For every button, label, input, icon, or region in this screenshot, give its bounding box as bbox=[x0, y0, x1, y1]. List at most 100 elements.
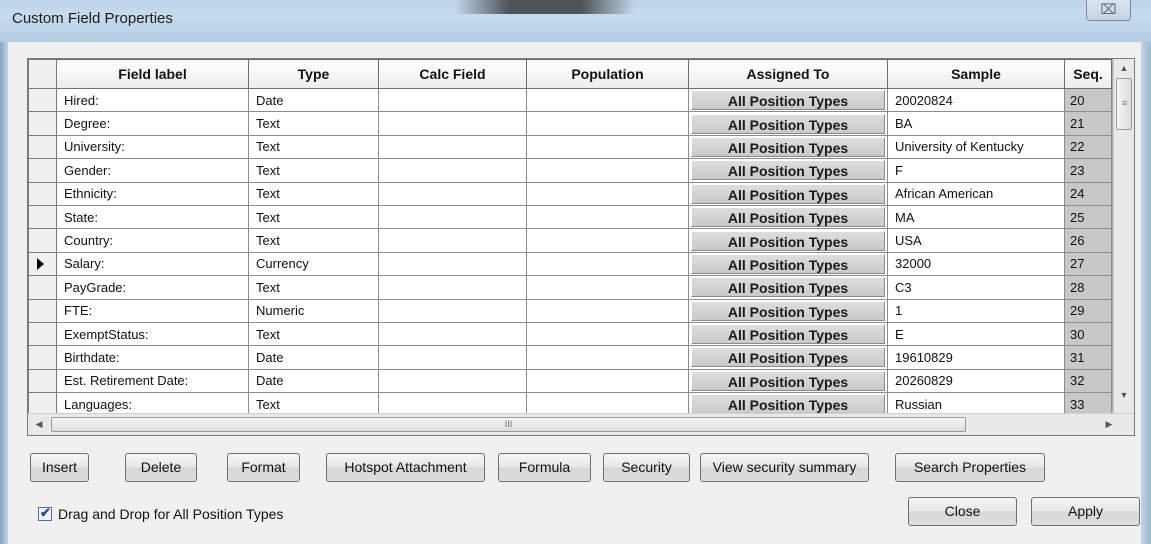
cell-seq[interactable]: 32 bbox=[1064, 368, 1112, 394]
cell-assigned-to[interactable]: All Position Types bbox=[688, 251, 888, 277]
row-selector[interactable] bbox=[28, 134, 57, 160]
cell-population[interactable] bbox=[526, 368, 689, 394]
format-button[interactable]: Format bbox=[227, 453, 300, 482]
cell-seq[interactable]: 23 bbox=[1064, 158, 1112, 183]
grid-vertical-scrollbar[interactable]: ▲ ≡ ▼ bbox=[1113, 59, 1134, 413]
cell-sample[interactable]: USA bbox=[887, 228, 1065, 253]
table-row[interactable]: Country: Text All Position Types USA 26 bbox=[28, 228, 1112, 253]
column-header-field-label[interactable]: Field label bbox=[56, 59, 249, 89]
cell-type[interactable]: Text bbox=[248, 181, 379, 206]
cell-type[interactable]: Text bbox=[248, 204, 379, 230]
row-selector[interactable] bbox=[28, 368, 57, 394]
row-selector[interactable] bbox=[28, 321, 57, 347]
cell-field-label[interactable]: Hired: bbox=[56, 87, 249, 113]
drag-drop-checkbox[interactable]: ✔ bbox=[38, 505, 52, 521]
close-window-icon[interactable]: ⌧ bbox=[1086, 0, 1131, 21]
cell-calc-field[interactable] bbox=[378, 298, 527, 323]
cell-calc-field[interactable] bbox=[378, 228, 527, 253]
cell-population[interactable] bbox=[526, 87, 689, 113]
cell-population[interactable] bbox=[526, 275, 689, 300]
column-header-sample[interactable]: Sample bbox=[887, 59, 1065, 89]
table-row[interactable]: Gender: Text All Position Types F 23 bbox=[28, 158, 1112, 183]
cell-seq[interactable]: 20 bbox=[1064, 87, 1112, 113]
cell-type[interactable]: Numeric bbox=[248, 298, 379, 323]
cell-type[interactable]: Text bbox=[248, 321, 379, 347]
cell-type[interactable]: Text bbox=[248, 134, 379, 160]
cell-type[interactable]: Date bbox=[248, 345, 379, 370]
assigned-to-button[interactable]: All Position Types bbox=[691, 136, 885, 157]
assigned-to-button[interactable]: All Position Types bbox=[691, 230, 885, 251]
cell-seq[interactable]: 22 bbox=[1064, 134, 1112, 160]
cell-field-label[interactable]: FTE: bbox=[56, 298, 249, 323]
cell-field-label[interactable]: ExemptStatus: bbox=[56, 321, 249, 347]
cell-field-label[interactable]: University: bbox=[56, 134, 249, 160]
cell-seq[interactable]: 24 bbox=[1064, 181, 1112, 206]
drag-drop-option[interactable]: ✔ Drag and Drop for All Position Types bbox=[38, 504, 283, 524]
assigned-to-button[interactable]: All Position Types bbox=[691, 347, 885, 368]
cell-population[interactable] bbox=[526, 228, 689, 253]
cell-field-label[interactable]: Est. Retirement Date: bbox=[56, 368, 249, 394]
assigned-to-button[interactable]: All Position Types bbox=[691, 370, 885, 391]
cell-sample[interactable]: 1 bbox=[887, 298, 1065, 323]
row-selector[interactable] bbox=[28, 204, 57, 230]
grid-corner[interactable] bbox=[28, 59, 57, 89]
assigned-to-button[interactable]: All Position Types bbox=[691, 90, 885, 111]
cell-population[interactable] bbox=[526, 345, 689, 370]
cell-population[interactable] bbox=[526, 251, 689, 277]
cell-calc-field[interactable] bbox=[378, 275, 527, 300]
cell-calc-field[interactable] bbox=[378, 321, 527, 347]
table-row[interactable]: Est. Retirement Date: Date All Position Ty… bbox=[28, 368, 1112, 394]
cell-population[interactable] bbox=[526, 158, 689, 183]
table-row[interactable]: Birthdate: Date All Position Types 19610829… bbox=[28, 345, 1112, 370]
cell-sample[interactable]: C3 bbox=[887, 275, 1065, 300]
scroll-right-arrow-icon[interactable]: ▶ bbox=[1098, 414, 1120, 435]
cell-population[interactable] bbox=[526, 204, 689, 230]
assigned-to-button[interactable]: All Position Types bbox=[691, 394, 885, 415]
cell-calc-field[interactable] bbox=[378, 345, 527, 370]
row-selector[interactable] bbox=[28, 251, 57, 277]
hotspot-attachment-button[interactable]: Hotspot Attachment bbox=[326, 453, 485, 482]
table-row[interactable]: University: Text All Position Types Univers… bbox=[28, 134, 1112, 160]
cell-calc-field[interactable] bbox=[378, 204, 527, 230]
row-selector[interactable] bbox=[28, 111, 57, 136]
delete-button[interactable]: Delete bbox=[125, 453, 197, 482]
row-selector[interactable] bbox=[28, 87, 57, 113]
cell-seq[interactable]: 29 bbox=[1064, 298, 1112, 323]
cell-calc-field[interactable] bbox=[378, 158, 527, 183]
cell-field-label[interactable]: Salary: bbox=[56, 251, 249, 277]
cell-sample[interactable]: BA bbox=[887, 111, 1065, 136]
horizontal-scroll-thumb[interactable]: III bbox=[51, 417, 966, 432]
cell-assigned-to[interactable]: All Position Types bbox=[688, 134, 888, 160]
cell-sample[interactable]: 32000 bbox=[887, 251, 1065, 277]
cell-field-label[interactable]: State: bbox=[56, 204, 249, 230]
table-row[interactable]: PayGrade: Text All Position Types C3 28 bbox=[28, 275, 1112, 300]
cell-calc-field[interactable] bbox=[378, 111, 527, 136]
cell-sample[interactable]: MA bbox=[887, 204, 1065, 230]
cell-type[interactable]: Text bbox=[248, 275, 379, 300]
assigned-to-button[interactable]: All Position Types bbox=[691, 277, 885, 298]
cell-sample[interactable]: 20020824 bbox=[887, 87, 1065, 113]
cell-calc-field[interactable] bbox=[378, 134, 527, 160]
row-selector[interactable] bbox=[28, 228, 57, 253]
cell-assigned-to[interactable]: All Position Types bbox=[688, 87, 888, 113]
cell-field-label[interactable]: Country: bbox=[56, 228, 249, 253]
cell-calc-field[interactable] bbox=[378, 87, 527, 113]
cell-assigned-to[interactable]: All Position Types bbox=[688, 228, 888, 253]
cell-field-label[interactable]: Birthdate: bbox=[56, 345, 249, 370]
cell-sample[interactable]: 20260829 bbox=[887, 368, 1065, 394]
drag-drop-label[interactable]: Drag and Drop for All Position Types bbox=[58, 506, 283, 522]
cell-sample[interactable]: African American bbox=[887, 181, 1065, 206]
cell-assigned-to[interactable]: All Position Types bbox=[688, 158, 888, 183]
table-row[interactable]: Degree: Text All Position Types BA 21 bbox=[28, 111, 1112, 136]
cell-seq[interactable]: 21 bbox=[1064, 111, 1112, 136]
cell-calc-field[interactable] bbox=[378, 368, 527, 394]
table-row[interactable]: Salary: Currency All Position Types 32000 27 bbox=[28, 251, 1112, 277]
cell-population[interactable] bbox=[526, 298, 689, 323]
cell-type[interactable]: Date bbox=[248, 368, 379, 394]
cell-assigned-to[interactable]: All Position Types bbox=[688, 345, 888, 370]
cell-population[interactable] bbox=[526, 111, 689, 136]
assigned-to-button[interactable]: All Position Types bbox=[691, 300, 885, 321]
assigned-to-button[interactable]: All Position Types bbox=[691, 183, 885, 204]
assigned-to-button[interactable]: All Position Types bbox=[691, 207, 885, 228]
cell-population[interactable] bbox=[526, 181, 689, 206]
